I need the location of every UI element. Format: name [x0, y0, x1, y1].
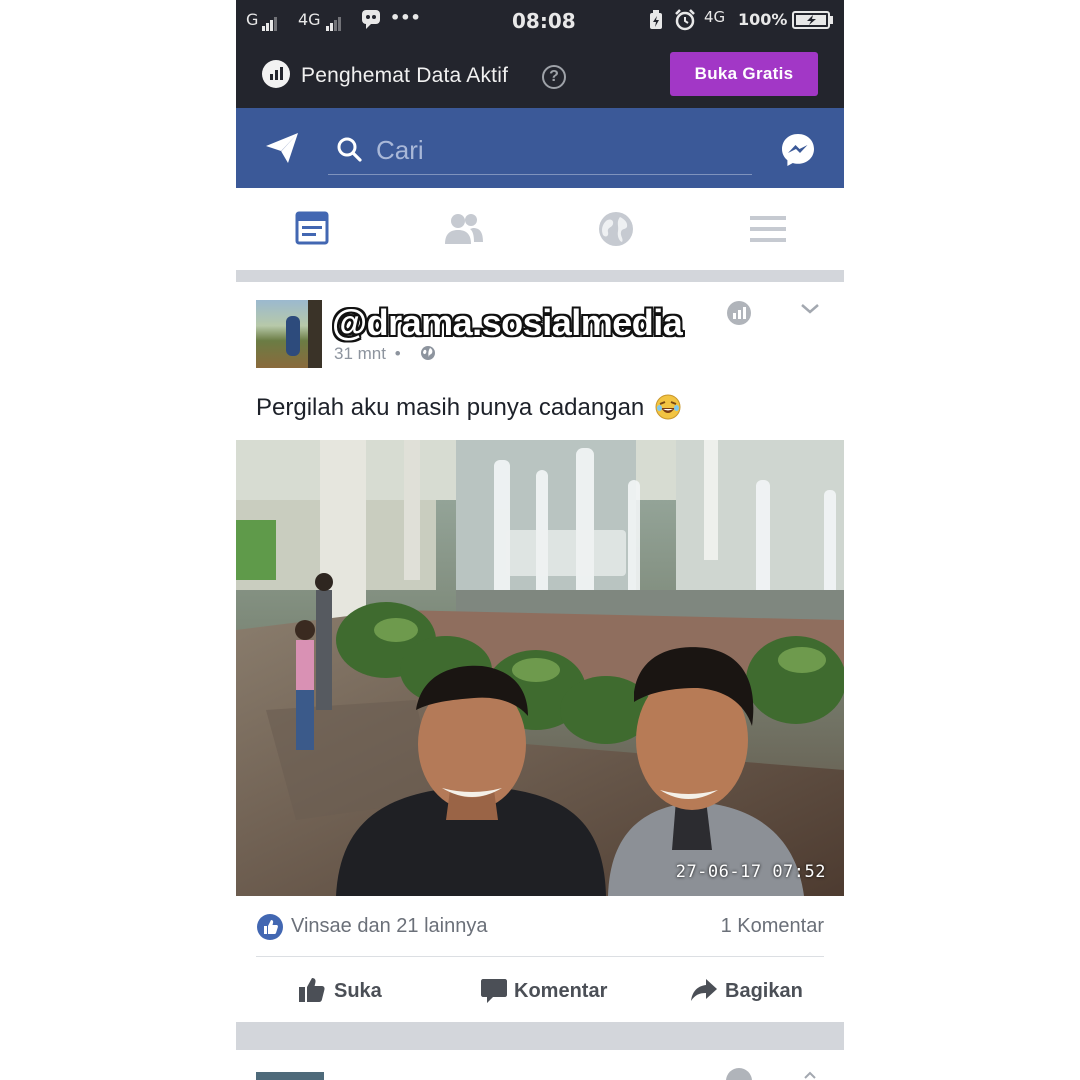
public-globe-icon: [421, 346, 435, 360]
comment-label: Komentar: [514, 980, 608, 1002]
post-time[interactable]: 31 mnt •: [334, 344, 401, 364]
like-button[interactable]: Suka: [298, 976, 388, 1006]
tab-friends-icon[interactable]: [442, 208, 486, 250]
share-button[interactable]: Bagikan: [690, 976, 810, 1006]
next-insights-icon[interactable]: [726, 1068, 752, 1080]
network-3-label: 4G: [704, 8, 726, 26]
post-card: @drama.sosialmedia 31 mnt • Pergilah aku…: [236, 282, 844, 1022]
clock: 08:08: [512, 9, 576, 33]
search-box[interactable]: [328, 126, 752, 175]
share-label: Bagikan: [725, 980, 803, 1002]
network-2-label: 4G: [298, 10, 321, 29]
send-icon[interactable]: [264, 130, 300, 166]
battery-saver-icon: [650, 10, 662, 29]
phone-screen: G 4G ••• 08:08 4G 100% Penghemat Data Ak…: [236, 0, 844, 1080]
open-free-button[interactable]: Buka Gratis: [670, 52, 818, 96]
battery-icon: [792, 11, 833, 29]
tab-news-feed-icon[interactable]: [290, 208, 334, 250]
signal-2-icon: [326, 12, 342, 31]
help-icon[interactable]: ?: [542, 65, 566, 89]
selfie-fountain-photo: [236, 440, 844, 896]
app-header: [236, 108, 844, 188]
search-input[interactable]: [374, 134, 738, 166]
share-arrow-icon: [691, 979, 717, 1001]
like-badge-icon: [257, 914, 283, 940]
next-post-card: [236, 1050, 844, 1080]
author-avatar[interactable]: [256, 300, 322, 368]
next-author-avatar[interactable]: [256, 1072, 324, 1080]
chat-notification-icon: [362, 10, 380, 29]
post-author[interactable]: @drama.sosialmedia: [332, 302, 683, 344]
likes-summary[interactable]: Vinsae dan 21 lainnya: [291, 915, 487, 938]
thumbs-up-icon: [299, 978, 325, 1002]
data-saver-title: Penghemat Data Aktif: [301, 64, 509, 87]
next-chevron-icon[interactable]: [802, 1068, 818, 1080]
comments-count[interactable]: 1 Komentar: [721, 915, 824, 938]
photo-timestamp: 27-06-17 07:52: [675, 862, 826, 882]
battery-percent: 100%: [738, 10, 788, 29]
data-saver-icon: [262, 60, 290, 88]
search-icon: [337, 137, 362, 162]
post-photo[interactable]: 27-06-17 07:52: [236, 440, 844, 896]
feed-separator-2: [236, 1022, 844, 1050]
post-actions: Suka Komentar Bagikan: [236, 958, 844, 1022]
insights-icon[interactable]: [726, 300, 752, 326]
more-notifications-icon: •••: [390, 8, 421, 27]
feed-separator: [236, 270, 844, 282]
post-text: Pergilah aku masih punya cadangan: [256, 394, 681, 422]
tab-bar: [236, 188, 844, 271]
messenger-icon[interactable]: [780, 132, 816, 168]
action-divider: [256, 956, 824, 957]
network-1-label: G: [246, 10, 259, 29]
post-time-label: 31 mnt: [334, 344, 386, 363]
comment-icon: [481, 979, 507, 1003]
chevron-down-icon[interactable]: [798, 300, 822, 318]
signal-1-icon: [262, 12, 278, 31]
alarm-icon: [675, 9, 695, 31]
tab-menu-icon[interactable]: [746, 208, 790, 250]
data-saver-bar: Penghemat Data Aktif ? Buka Gratis: [236, 40, 844, 108]
tab-notifications-globe-icon[interactable]: [594, 208, 638, 250]
post-text-content: Pergilah aku masih punya cadangan: [256, 394, 645, 421]
status-bar: G 4G ••• 08:08 4G 100%: [236, 0, 844, 40]
time-separator: •: [394, 344, 401, 363]
laughing-emoji-icon: [655, 394, 681, 420]
reactions-bar[interactable]: Vinsae dan 21 lainnya 1 Komentar: [256, 912, 824, 942]
like-label: Suka: [334, 980, 382, 1002]
comment-button[interactable]: Komentar: [480, 976, 610, 1006]
